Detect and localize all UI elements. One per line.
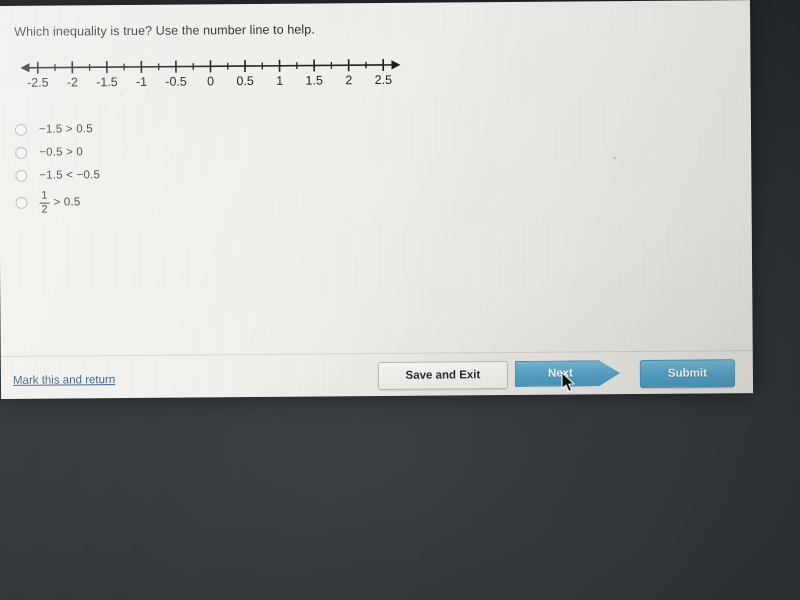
radio-button-option-d[interactable] (15, 196, 28, 209)
option-d-comparison: > 0.5 (53, 196, 81, 209)
radio-button-option-a[interactable] (14, 123, 28, 136)
option-c-row[interactable]: −1.5 < −0.5 (15, 162, 345, 187)
option-b-label: −0.5 > 0 (39, 146, 84, 159)
number-line-tick-label: 0.5 (236, 73, 254, 89)
number-line-tick-label: 2.5 (374, 72, 393, 88)
screen-area: Which inequality is true? Use the number… (0, 0, 754, 399)
quiz-page: Which inequality is true? Use the number… (0, 0, 753, 399)
number-line-labels: -2.5 -2 -1.5 -1 -0.5 0 0.5 1 1.5 2 2.5 (15, 73, 407, 96)
fraction-numerator: 1 (41, 189, 48, 202)
number-line-tick-label: 0 (207, 74, 215, 89)
next-button[interactable]: Next (515, 360, 620, 387)
option-d-label: 1 2 > 0.5 (39, 189, 81, 216)
option-b-row[interactable]: −0.5 > 0 (15, 139, 345, 164)
answer-options: −1.5 > 0.5 −0.5 > 0 −1.5 < −0.5 1 2 > 0.… (14, 116, 346, 219)
dust-speck (120, 93, 123, 96)
fraction-denominator: 2 (41, 203, 48, 216)
dust-speck (613, 157, 617, 160)
footer-bar: Mark this and return Save and Exit Next … (1, 351, 753, 399)
fraction-one-half: 1 2 (39, 189, 50, 216)
number-line-tick-label: 1.5 (305, 73, 323, 88)
option-d-row[interactable]: 1 2 > 0.5 (15, 185, 345, 218)
submit-button[interactable]: Submit (639, 359, 736, 388)
mark-this-and-return-link[interactable]: Mark this and return (13, 374, 115, 387)
option-a-row[interactable]: −1.5 > 0.5 (14, 116, 345, 141)
page-title: Which inequality is true? Use the number… (14, 22, 315, 39)
photo-backdrop: Which inequality is true? Use the number… (0, 0, 800, 600)
radio-button-option-b[interactable] (15, 146, 28, 159)
number-line-tick-label: -1 (135, 74, 148, 89)
number-line-tick-label: -2.5 (27, 75, 49, 90)
option-c-label: −1.5 < −0.5 (39, 169, 101, 182)
number-line-tick-label: -1.5 (96, 75, 118, 90)
number-line-tick-label: 1 (276, 73, 284, 88)
number-line-tick-label: 2 (345, 73, 353, 88)
option-a-label: −1.5 > 0.5 (38, 123, 93, 136)
radio-button-option-c[interactable] (15, 169, 28, 182)
save-and-exit-button[interactable]: Save and Exit (377, 361, 509, 391)
number-line-figure: -2.5 -2 -1.5 -1 -0.5 0 0.5 1 1.5 2 2.5 (14, 55, 406, 96)
number-line-tick-label: -2 (66, 75, 79, 90)
number-line-tick-label: -0.5 (165, 74, 187, 89)
